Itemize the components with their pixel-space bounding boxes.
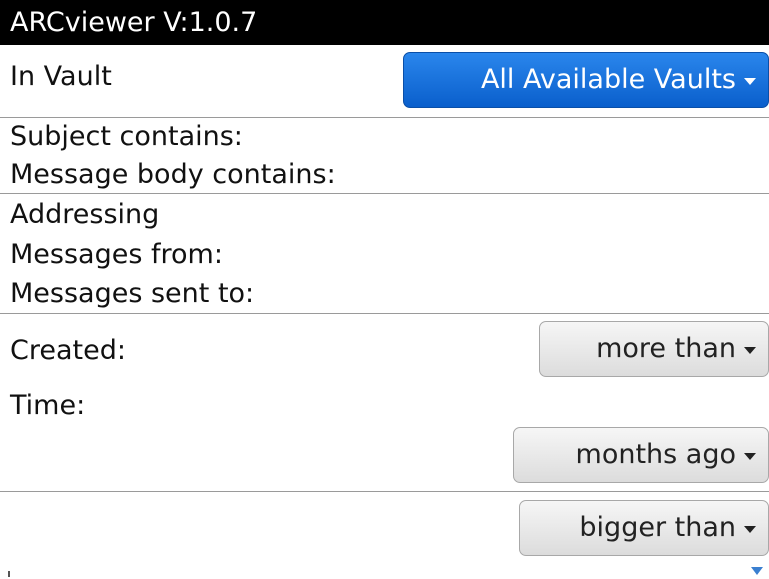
size-comparison-value: bigger than	[579, 512, 736, 543]
scroll-down-icon[interactable]	[751, 567, 763, 575]
chevron-down-icon	[744, 77, 756, 85]
time-unit-dropdown[interactable]: months ago	[513, 427, 769, 483]
divider	[0, 491, 769, 492]
vault-dropdown-value: All Available Vaults	[480, 64, 736, 95]
chevron-down-icon	[744, 525, 756, 533]
time-unit-value: months ago	[575, 439, 736, 470]
app-title: ARCviewer V:1.0.7	[10, 7, 258, 38]
messages-from-label[interactable]: Messages from:	[10, 238, 223, 272]
chevron-down-icon	[744, 346, 756, 354]
addressing-heading: Addressing	[10, 199, 160, 230]
subject-contains-label[interactable]: Subject contains:	[10, 120, 243, 154]
vault-label: In Vault	[10, 61, 112, 92]
scroll-edge-mark	[8, 571, 10, 577]
created-comparison-dropdown[interactable]: more than	[539, 321, 769, 377]
chevron-down-icon	[744, 452, 756, 460]
screen: ARCviewer V:1.0.7 In Vault All Available…	[0, 0, 769, 579]
title-bar: ARCviewer V:1.0.7	[0, 0, 769, 45]
created-comparison-value: more than	[596, 333, 736, 364]
messages-sent-to-label[interactable]: Messages sent to:	[10, 277, 254, 311]
divider	[0, 193, 769, 194]
time-label: Time:	[10, 390, 86, 421]
divider	[0, 117, 769, 118]
divider	[0, 313, 769, 314]
vault-dropdown[interactable]: All Available Vaults	[403, 52, 769, 108]
body-contains-label[interactable]: Message body contains:	[10, 158, 336, 192]
created-label: Created:	[10, 335, 126, 366]
size-comparison-dropdown[interactable]: bigger than	[519, 500, 769, 556]
